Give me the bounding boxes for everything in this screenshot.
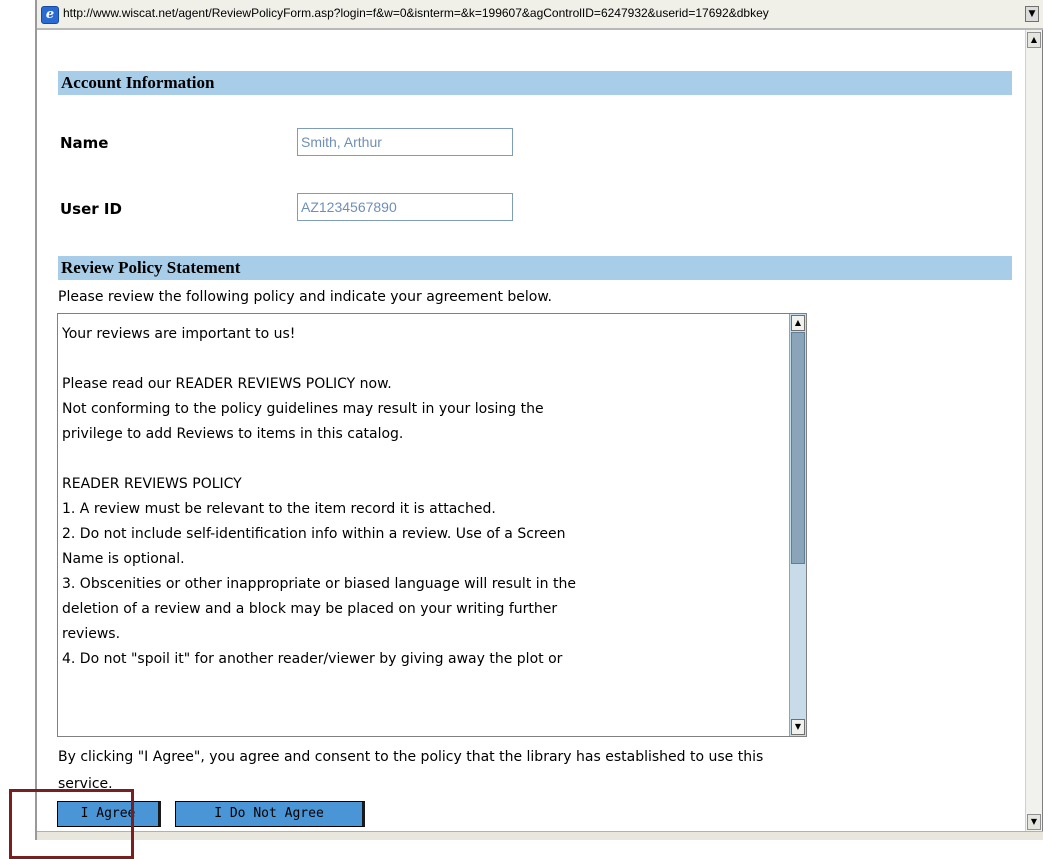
policy-line: privilege to add Reviews to items in thi… <box>62 426 404 442</box>
policy-line: reviews. <box>62 626 121 642</box>
policy-line: READER REVIEWS POLICY <box>62 476 242 492</box>
highlight-annotation-box <box>9 789 134 859</box>
policy-line: Not conforming to the policy guidelines … <box>62 401 544 417</box>
policy-scrollbar[interactable]: ▲ ▼ <box>789 314 806 736</box>
policy-line: 4. Do not "spoil it" for another reader/… <box>62 651 563 667</box>
policy-scroll-up-icon[interactable]: ▲ <box>791 315 805 331</box>
policy-line <box>62 447 784 472</box>
popup-window: e http://www.wiscat.net/agent/ReviewPoli… <box>35 0 1043 840</box>
policy-text: Your reviews are important to us! Please… <box>62 322 784 672</box>
account-section-heading: Account Information <box>58 71 1012 95</box>
user-id-label: User ID <box>60 200 122 218</box>
name-field[interactable]: Smith, Arthur <box>297 128 513 156</box>
policy-line: Name is optional. <box>62 551 185 567</box>
policy-line: 1. A review must be relevant to the item… <box>62 501 496 517</box>
disagree-button[interactable]: I Do Not Agree <box>175 801 365 827</box>
chevron-down-icon[interactable]: ▼ <box>1025 6 1039 22</box>
status-bar <box>37 831 1043 840</box>
url-text[interactable]: http://www.wiscat.net/agent/ReviewPolicy… <box>63 6 1023 20</box>
scroll-down-arrow-icon[interactable]: ▼ <box>1027 814 1041 830</box>
agreement-note: By clicking "I Agree", you agree and con… <box>58 749 764 792</box>
policy-textarea[interactable]: Your reviews are important to us! Please… <box>57 313 807 737</box>
policy-section-heading: Review Policy Statement <box>58 256 1012 280</box>
name-label: Name <box>60 134 109 152</box>
policy-line: 3. Obscenities or other inappropriate or… <box>62 576 576 592</box>
policy-intro-text: Please review the following policy and i… <box>58 289 552 305</box>
address-bar[interactable]: e http://www.wiscat.net/agent/ReviewPoli… <box>37 0 1043 30</box>
ie-icon: e <box>41 6 59 24</box>
policy-line <box>62 347 784 372</box>
policy-scroll-thumb[interactable] <box>791 332 805 564</box>
policy-line: Your reviews are important to us! <box>62 326 296 342</box>
page-scrollbar[interactable]: ▲ ▼ <box>1025 30 1042 832</box>
policy-line: 2. Do not include self-identification in… <box>62 526 566 542</box>
scroll-up-arrow-icon[interactable]: ▲ <box>1027 32 1041 48</box>
policy-line: deletion of a review and a block may be … <box>62 601 558 617</box>
policy-scroll-down-icon[interactable]: ▼ <box>791 719 805 735</box>
user-id-field[interactable]: AZ1234567890 <box>297 193 513 221</box>
policy-line: Please read our READER REVIEWS POLICY no… <box>62 376 392 392</box>
